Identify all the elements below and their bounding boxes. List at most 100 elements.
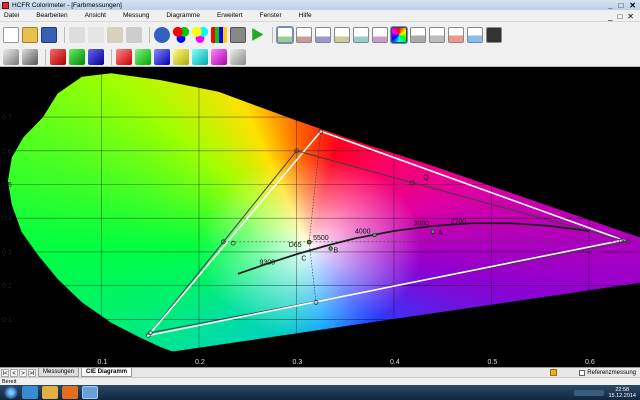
green-measure-icon[interactable]	[135, 48, 151, 65]
start-button[interactable]	[4, 386, 18, 399]
reference-checkbox[interactable]	[579, 370, 586, 376]
red-measure-icon[interactable]	[50, 48, 66, 65]
chromaticity-gradient	[7, 73, 640, 352]
blue-measure-icon[interactable]	[88, 48, 104, 65]
yellow-measure-icon[interactable]	[173, 48, 189, 65]
y-tick-label: 0.5	[2, 182, 12, 189]
tray-icons[interactable]	[574, 389, 605, 396]
color-patches-icon[interactable]	[211, 26, 227, 43]
toolbar-separator	[45, 48, 46, 65]
menu-diagramme[interactable]: Diagramme	[166, 12, 200, 19]
play-icon[interactable]	[252, 28, 264, 41]
minimize-button[interactable]: _	[608, 1, 612, 10]
taskbar-ie-icon[interactable]	[22, 386, 38, 399]
menu-messung[interactable]: Messung	[123, 12, 149, 19]
paste-icon[interactable]	[107, 26, 123, 43]
y-tick-label: 0.7	[2, 115, 12, 122]
first-tab-button[interactable]: I<	[1, 368, 9, 377]
measure-toolbar	[0, 47, 640, 67]
camera-icon[interactable]	[230, 26, 246, 43]
help-icon[interactable]	[154, 26, 170, 43]
menu-bar: Datei Bearbeiten Ansicht Messung Diagram…	[0, 10, 640, 22]
secondaries-icon[interactable]	[192, 26, 208, 43]
graph-icon[interactable]	[372, 26, 388, 43]
toolbar-separator	[64, 26, 65, 43]
cie-diagram-icon[interactable]	[390, 25, 408, 44]
taskbar: 22:58 15.12.2014	[0, 385, 640, 400]
title-bar: HCFR Colorimeter - [Farbmessungen] _ □ ✕	[0, 0, 640, 10]
graph-icon[interactable]	[334, 26, 350, 43]
y-tick-label: 0.2	[2, 283, 12, 290]
sheet-tabs: I< < > >I Messungen CIE Diagramm Referen…	[0, 367, 640, 377]
graph-icon[interactable]	[467, 26, 483, 43]
point-label: Q	[423, 174, 429, 181]
magenta-measure-icon[interactable]	[211, 48, 227, 65]
fill-color-icon[interactable]	[550, 369, 557, 376]
clock[interactable]: 22:58 15.12.2014	[608, 387, 636, 399]
x-tick-label: 0.2	[195, 359, 205, 366]
menu-fenster[interactable]: Fenster	[260, 12, 282, 19]
measurement-point	[307, 240, 312, 245]
app-icon	[2, 1, 9, 9]
new-icon[interactable]	[3, 26, 19, 43]
cut-icon[interactable]	[69, 26, 85, 43]
mdi-restore-button[interactable]: □	[617, 12, 622, 21]
cie-diagram[interactable]: 9300 D65 5500 4000 3000 2700 C B A Q 0.1 0.2 0.3 0.4…	[0, 67, 640, 367]
y-tick-label: 0.6	[2, 148, 12, 155]
system-tray: 22:58 15.12.2014	[574, 385, 636, 400]
graph-icon[interactable]	[315, 26, 331, 43]
taskbar-hcfr-icon[interactable]	[82, 386, 98, 399]
graph-icon[interactable]	[486, 26, 502, 43]
next-tab-button[interactable]: >	[19, 368, 27, 377]
copy-icon[interactable]	[88, 26, 104, 43]
measurement-point	[372, 232, 377, 238]
graph-icon[interactable]	[429, 26, 445, 43]
red-measure-icon[interactable]	[116, 48, 132, 65]
menu-datei[interactable]: Datei	[4, 12, 19, 19]
y-tick-label: 0.3	[2, 249, 12, 256]
graph-icon[interactable]	[296, 26, 312, 43]
gray-measure-icon[interactable]	[22, 48, 38, 65]
print-icon[interactable]	[126, 26, 142, 43]
tab-cie-diagramm[interactable]: CIE Diagramm	[81, 368, 133, 377]
graph-icon[interactable]	[353, 26, 369, 43]
locus-label: 9300	[259, 260, 275, 267]
close-button[interactable]: ✕	[629, 1, 636, 10]
menu-hilfe[interactable]: Hilfe	[299, 12, 312, 19]
locus-label: 2700	[451, 219, 467, 226]
maximize-button[interactable]: □	[618, 1, 623, 10]
menu-ansicht[interactable]: Ansicht	[85, 12, 106, 19]
save-icon[interactable]	[41, 26, 57, 43]
mdi-close-button[interactable]: ✕	[627, 12, 634, 21]
toolbar-separator	[149, 26, 150, 43]
x-tick-label: 0.1	[98, 359, 108, 366]
green-measure-icon[interactable]	[69, 48, 85, 65]
primaries-icon[interactable]	[173, 26, 189, 43]
y-tick-label: 0.1	[2, 317, 12, 324]
graph-icon[interactable]	[448, 26, 464, 43]
gray-measure-icon[interactable]	[230, 48, 246, 65]
point-label: C	[301, 255, 306, 262]
mdi-minimize-button[interactable]: _	[608, 12, 612, 21]
last-tab-button[interactable]: >I	[28, 368, 36, 377]
tab-messungen[interactable]: Messungen	[38, 368, 80, 377]
cie-chart: 9300 D65 5500 4000 3000 2700 C B A Q 0.1 0.2 0.3 0.4…	[0, 67, 640, 367]
x-tick-label: 0.6	[585, 359, 595, 366]
taskbar-explorer-icon[interactable]	[42, 386, 58, 399]
graph-icon[interactable]	[410, 26, 426, 43]
point-label: A	[438, 230, 443, 237]
locus-label: 5500	[313, 235, 329, 242]
menu-bearbeiten[interactable]: Bearbeiten	[36, 12, 67, 19]
blue-measure-icon[interactable]	[154, 48, 170, 65]
reference-label: Referenzmessung	[587, 370, 636, 376]
open-icon[interactable]	[22, 26, 38, 43]
locus-label: 3000	[414, 221, 430, 228]
status-bar: Bereit	[0, 377, 640, 385]
gray-measure-icon[interactable]	[3, 48, 19, 65]
graph-icon[interactable]	[276, 25, 294, 44]
point-label: B	[334, 248, 339, 255]
prev-tab-button[interactable]: <	[10, 368, 18, 377]
cyan-measure-icon[interactable]	[192, 48, 208, 65]
taskbar-media-icon[interactable]	[62, 386, 78, 399]
menu-erweitert[interactable]: Erweitert	[217, 12, 243, 19]
